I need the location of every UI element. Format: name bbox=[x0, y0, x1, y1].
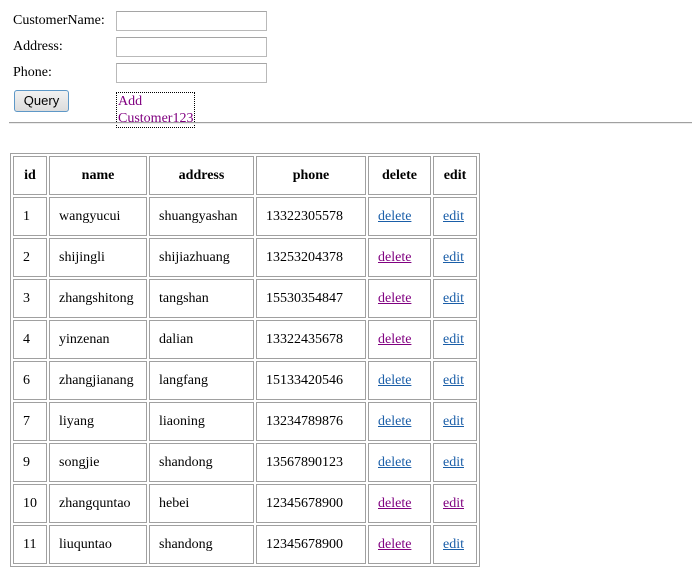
customer-name-label: CustomerName: bbox=[13, 13, 105, 28]
delete-link[interactable]: delete bbox=[378, 496, 411, 511]
table-row: 1 wangyucui shuangyashan 13322305578 delete e… bbox=[13, 197, 477, 236]
cell-name: zhangquntao bbox=[49, 484, 147, 523]
cell-name: liyang bbox=[49, 402, 147, 441]
phone-input[interactable] bbox=[116, 63, 267, 83]
cell-phone: 15530354847 bbox=[256, 279, 366, 318]
cell-id: 1 bbox=[13, 197, 47, 236]
edit-link[interactable]: edit bbox=[443, 414, 464, 429]
cell-delete: delete bbox=[368, 443, 431, 482]
cell-id: 4 bbox=[13, 320, 47, 359]
cell-phone: 13253204378 bbox=[256, 238, 366, 277]
cell-edit: edit bbox=[433, 320, 477, 359]
cell-address: tangshan bbox=[149, 279, 254, 318]
edit-link[interactable]: edit bbox=[443, 455, 464, 470]
customer-name-input[interactable] bbox=[116, 11, 267, 31]
separator bbox=[9, 122, 692, 124]
cell-edit: edit bbox=[433, 238, 477, 277]
cell-name: songjie bbox=[49, 443, 147, 482]
cell-address: dalian bbox=[149, 320, 254, 359]
cell-name: yinzenan bbox=[49, 320, 147, 359]
cell-phone: 15133420546 bbox=[256, 361, 366, 400]
cell-delete: delete bbox=[368, 238, 431, 277]
address-input[interactable] bbox=[116, 37, 267, 57]
cell-address: shandong bbox=[149, 443, 254, 482]
cell-phone: 13567890123 bbox=[256, 443, 366, 482]
header-edit: edit bbox=[433, 156, 477, 195]
edit-link[interactable]: edit bbox=[443, 332, 464, 347]
header-id: id bbox=[13, 156, 47, 195]
cell-phone: 13234789876 bbox=[256, 402, 366, 441]
table-row: 6 zhangjianang langfang 15133420546 delete ed… bbox=[13, 361, 477, 400]
table-row: 3 zhangshitong tangshan 15530354847 delete ed… bbox=[13, 279, 477, 318]
cell-address: liaoning bbox=[149, 402, 254, 441]
table-row: 10 zhangquntao hebei 12345678900 delete edit bbox=[13, 484, 477, 523]
cell-delete: delete bbox=[368, 402, 431, 441]
edit-link[interactable]: edit bbox=[443, 373, 464, 388]
table-row: 2 shijingli shijiazhuang 13253204378 delete e… bbox=[13, 238, 477, 277]
cell-address: shuangyashan bbox=[149, 197, 254, 236]
cell-id: 6 bbox=[13, 361, 47, 400]
cell-phone: 13322305578 bbox=[256, 197, 366, 236]
header-phone: phone bbox=[256, 156, 366, 195]
cell-edit: edit bbox=[433, 279, 477, 318]
cell-id: 7 bbox=[13, 402, 47, 441]
cell-edit: edit bbox=[433, 197, 477, 236]
cell-edit: edit bbox=[433, 484, 477, 523]
delete-link[interactable]: delete bbox=[378, 373, 411, 388]
cell-delete: delete bbox=[368, 197, 431, 236]
cell-phone: 12345678900 bbox=[256, 525, 366, 564]
table-body: 1 wangyucui shuangyashan 13322305578 delete e… bbox=[13, 197, 477, 564]
cell-address: shandong bbox=[149, 525, 254, 564]
cell-delete: delete bbox=[368, 320, 431, 359]
cell-edit: edit bbox=[433, 361, 477, 400]
cell-name: zhangshitong bbox=[49, 279, 147, 318]
cell-id: 2 bbox=[13, 238, 47, 277]
cell-delete: delete bbox=[368, 361, 431, 400]
cell-edit: edit bbox=[433, 443, 477, 482]
cell-address: langfang bbox=[149, 361, 254, 400]
table-row: 7 liyang liaoning 13234789876 delete edit bbox=[13, 402, 477, 441]
cell-phone: 13322435678 bbox=[256, 320, 366, 359]
table-row: 9 songjie shandong 13567890123 delete edit bbox=[13, 443, 477, 482]
delete-link[interactable]: delete bbox=[378, 250, 411, 265]
cell-name: wangyucui bbox=[49, 197, 147, 236]
table-row: 4 yinzenan dalian 13322435678 delete edit bbox=[13, 320, 477, 359]
cell-delete: delete bbox=[368, 525, 431, 564]
phone-label: Phone: bbox=[13, 65, 52, 80]
edit-link[interactable]: edit bbox=[443, 537, 464, 552]
header-delete: delete bbox=[368, 156, 431, 195]
cell-name: zhangjianang bbox=[49, 361, 147, 400]
cell-id: 9 bbox=[13, 443, 47, 482]
cell-address: shijiazhuang bbox=[149, 238, 254, 277]
table-header-row: id name address phone delete edit bbox=[13, 156, 477, 195]
cell-id: 11 bbox=[13, 525, 47, 564]
delete-link[interactable]: delete bbox=[378, 291, 411, 306]
cell-edit: edit bbox=[433, 525, 477, 564]
edit-link[interactable]: edit bbox=[443, 250, 464, 265]
cell-phone: 12345678900 bbox=[256, 484, 366, 523]
cell-delete: delete bbox=[368, 279, 431, 318]
delete-link[interactable]: delete bbox=[378, 455, 411, 470]
delete-link[interactable]: delete bbox=[378, 332, 411, 347]
cell-name: shijingli bbox=[49, 238, 147, 277]
cell-id: 10 bbox=[13, 484, 47, 523]
cell-delete: delete bbox=[368, 484, 431, 523]
table-row: 11 liuquntao shandong 12345678900 delete edit bbox=[13, 525, 477, 564]
cell-id: 3 bbox=[13, 279, 47, 318]
edit-link[interactable]: edit bbox=[443, 496, 464, 511]
delete-link[interactable]: delete bbox=[378, 209, 411, 224]
delete-link[interactable]: delete bbox=[378, 414, 411, 429]
query-button[interactable]: Query bbox=[14, 90, 69, 112]
cell-edit: edit bbox=[433, 402, 477, 441]
header-address: address bbox=[149, 156, 254, 195]
address-label: Address: bbox=[13, 39, 63, 54]
edit-link[interactable]: edit bbox=[443, 209, 464, 224]
customer-table: id name address phone delete edit 1 wangy… bbox=[10, 153, 480, 567]
header-name: name bbox=[49, 156, 147, 195]
cell-name: liuquntao bbox=[49, 525, 147, 564]
edit-link[interactable]: edit bbox=[443, 291, 464, 306]
delete-link[interactable]: delete bbox=[378, 537, 411, 552]
cell-address: hebei bbox=[149, 484, 254, 523]
